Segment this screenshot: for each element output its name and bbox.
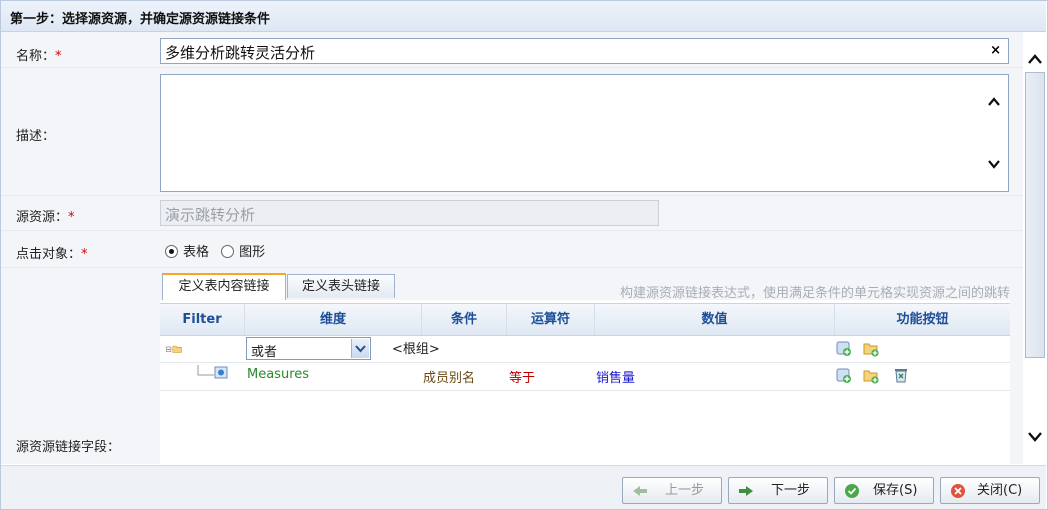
next-button[interactable]: 下一步 — [728, 477, 828, 504]
col-dimension: 维度 — [245, 304, 422, 335]
row-value: 销售量 — [596, 371, 636, 386]
condition-grid: Filter 维度 条件 运算符 数值 功能按钮 或者 <根组> Measure… — [160, 300, 1010, 464]
name-input-value: 多维分析跳转灵活分析 — [165, 44, 316, 62]
group-label: <根组> — [392, 342, 440, 357]
source-input: 演示跳转分析 — [160, 200, 659, 226]
scroll-down-icon[interactable] — [987, 157, 1001, 171]
add-group-icon[interactable] — [863, 341, 879, 357]
tab-header-link[interactable]: 定义表头链接 — [287, 274, 395, 298]
row-divider — [1, 67, 1023, 68]
source-input-value: 演示跳转分析 — [165, 206, 256, 224]
click-target-label: 点击对象：* — [16, 247, 88, 262]
table-row[interactable]: Measures 成员别名 等于 销售量 — [160, 363, 1010, 391]
add-condition-icon[interactable] — [836, 341, 852, 357]
row-dimension: Measures — [247, 367, 310, 382]
row-condition: 成员别名 — [423, 371, 476, 386]
folder-icon[interactable] — [166, 341, 182, 357]
name-label: 名称：* — [16, 49, 62, 64]
row-divider — [1, 195, 1023, 196]
link-field-label: 源资源链接字段： — [16, 440, 121, 455]
add-group-icon[interactable] — [863, 368, 879, 384]
scroll-up-icon[interactable] — [1027, 52, 1043, 66]
step-header: 第一步：选择源资源，并确定源资源链接条件 — [1, 1, 1046, 32]
row-divider — [1, 267, 1023, 268]
col-value: 数值 — [595, 304, 835, 335]
hint-text: 构建源资源链接表达式，使用满足条件的单元格实现资源之间的跳转 — [619, 286, 1010, 301]
next-arrow-icon — [739, 486, 753, 496]
form-scrollbar[interactable] — [1023, 32, 1047, 464]
description-label: 描述： — [16, 129, 56, 144]
save-button[interactable]: 保存(S) — [834, 477, 934, 504]
tab-content-link[interactable]: 定义表内容链接 — [162, 273, 286, 300]
save-check-icon — [845, 484, 859, 498]
close-button[interactable]: 关闭(C) — [940, 477, 1040, 504]
radio-chart-label[interactable]: 图形 — [239, 245, 265, 260]
prev-arrow-icon — [633, 486, 647, 496]
link-tabs: 定义表内容链接 定义表头链接 构建源资源链接表达式，使用满足条件的单元格实现资源… — [160, 272, 1010, 301]
tree-node-icon — [197, 365, 228, 379]
scroll-down-icon[interactable] — [1027, 430, 1043, 444]
source-label: 源资源：* — [16, 210, 75, 225]
name-input[interactable]: 多维分析跳转灵活分析 × — [160, 38, 1009, 64]
add-condition-icon[interactable] — [836, 368, 852, 384]
radio-chart[interactable] — [221, 245, 235, 258]
row-operator: 等于 — [509, 371, 536, 386]
grid-header: Filter 维度 条件 运算符 数值 功能按钮 — [160, 303, 1010, 336]
scrollbar-thumb[interactable] — [1025, 72, 1045, 358]
row-divider — [1, 230, 1023, 231]
group-row: 或者 <根组> — [160, 335, 1010, 363]
col-condition: 条件 — [422, 304, 507, 335]
prev-button[interactable]: 上一步 — [622, 477, 722, 504]
delete-icon[interactable] — [893, 367, 909, 383]
step-title: 第一步：选择源资源，并确定源资源链接条件 — [10, 12, 271, 27]
col-operator: 运算符 — [507, 304, 595, 335]
radio-table[interactable] — [165, 245, 178, 258]
col-actions: 功能按钮 — [896, 312, 949, 327]
select-arrow-icon[interactable] — [351, 339, 369, 358]
radio-table-label[interactable]: 表格 — [183, 245, 209, 260]
close-x-icon — [951, 484, 965, 498]
clear-icon[interactable]: × — [990, 43, 1001, 58]
description-textarea[interactable] — [160, 74, 1009, 192]
footer-bar: 上一步 下一步 保存(S) 关闭(C) — [1, 465, 1046, 509]
click-target-radio-group: 表格 图形 — [165, 241, 273, 260]
group-operator-select[interactable]: 或者 — [246, 337, 371, 360]
col-filter: Filter — [160, 304, 245, 335]
scroll-up-icon[interactable] — [987, 95, 1001, 109]
